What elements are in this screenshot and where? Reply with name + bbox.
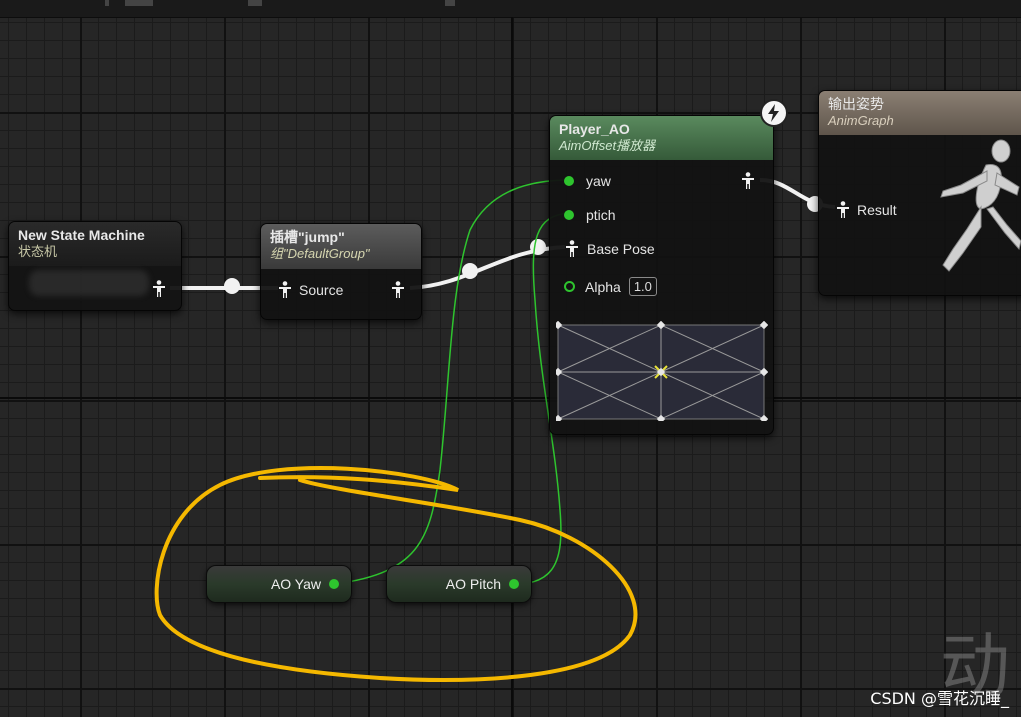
ptich-pin-label: ptich	[586, 207, 616, 223]
aim-offset-node[interactable]: Player_AO AimOffset播放器 yaw ptich Base Po…	[549, 115, 774, 435]
ptich-input-pin[interactable]: ptich	[564, 207, 616, 223]
slot-source-pin[interactable]: Source	[278, 281, 343, 299]
pose-pin-icon	[152, 280, 166, 298]
slot-output-pin[interactable]	[391, 281, 405, 299]
state-machine-output-pin[interactable]	[152, 280, 166, 298]
aim-offset-header[interactable]: Player_AO AimOffset播放器	[550, 116, 773, 160]
aim-offset-title: Player_AO	[559, 121, 630, 137]
float-pin-icon[interactable]	[509, 579, 519, 589]
yaw-pin-label: yaw	[586, 173, 611, 189]
slot-title: 插槽"jump"	[270, 229, 345, 245]
pose-pin-icon	[741, 172, 755, 190]
wire-knot	[530, 239, 546, 255]
base-pose-input-pin[interactable]: Base Pose	[565, 240, 655, 258]
ao-pitch-variable-node[interactable]: AO Pitch	[386, 565, 532, 603]
float-pin-icon[interactable]	[329, 579, 339, 589]
lightning-icon[interactable]	[760, 99, 788, 127]
state-machine-title: New State Machine	[18, 227, 145, 243]
ao-yaw-label: AO Yaw	[270, 576, 321, 592]
alpha-value-field[interactable]: 1.0	[628, 277, 657, 296]
blend-cursor-icon	[654, 365, 668, 379]
float-pin-icon	[564, 281, 575, 292]
output-pose-title: 输出姿势	[828, 96, 884, 112]
aim-offset-subtitle: AimOffset播放器	[559, 138, 656, 153]
slot-node[interactable]: 插槽"jump" 组"DefaultGroup" Source	[260, 223, 422, 320]
output-pose-subtitle: AnimGraph	[828, 113, 894, 128]
blendspace-preview[interactable]	[556, 321, 768, 421]
ao-yaw-variable-node[interactable]: AO Yaw	[206, 565, 352, 603]
state-machine-subtitle: 状态机	[18, 244, 58, 259]
state-machine-node[interactable]: New State Machine 状态机	[8, 221, 182, 311]
pose-pin-icon	[836, 201, 850, 219]
slot-source-label: Source	[299, 282, 344, 298]
slot-subtitle: 组"DefaultGroup"	[270, 246, 370, 261]
float-pin-icon	[564, 176, 574, 186]
wire-knot	[224, 278, 240, 294]
pose-pin-icon	[391, 281, 405, 299]
pose-pin-icon	[565, 240, 579, 258]
alpha-pin-label: Alpha	[585, 278, 621, 295]
aim-offset-output-pin[interactable]	[741, 172, 755, 190]
output-pose-header[interactable]: 输出姿势 AnimGraph	[819, 91, 1021, 135]
csdn-watermark: CSDN @雪花沉睡_	[870, 689, 1009, 708]
running-mannequin-icon	[940, 139, 1021, 272]
slot-header[interactable]: 插槽"jump" 组"DefaultGroup"	[261, 224, 421, 269]
wire-knot	[462, 263, 478, 279]
yaw-input-pin[interactable]: yaw	[564, 173, 611, 189]
float-pin-icon	[564, 210, 574, 220]
output-pose-node[interactable]: 输出姿势 AnimGraph Result	[818, 90, 1021, 296]
result-pin-label: Result	[857, 202, 897, 218]
pose-pin-icon	[278, 281, 292, 299]
ao-pitch-label: AO Pitch	[445, 576, 501, 592]
state-machine-header[interactable]: New State Machine 状态机	[9, 222, 181, 266]
alpha-input-pin[interactable]: Alpha 1.0	[564, 277, 657, 296]
result-input-pin[interactable]: Result	[836, 201, 897, 219]
blurred-preview	[29, 270, 149, 296]
base-pose-pin-label: Base Pose	[587, 241, 655, 257]
